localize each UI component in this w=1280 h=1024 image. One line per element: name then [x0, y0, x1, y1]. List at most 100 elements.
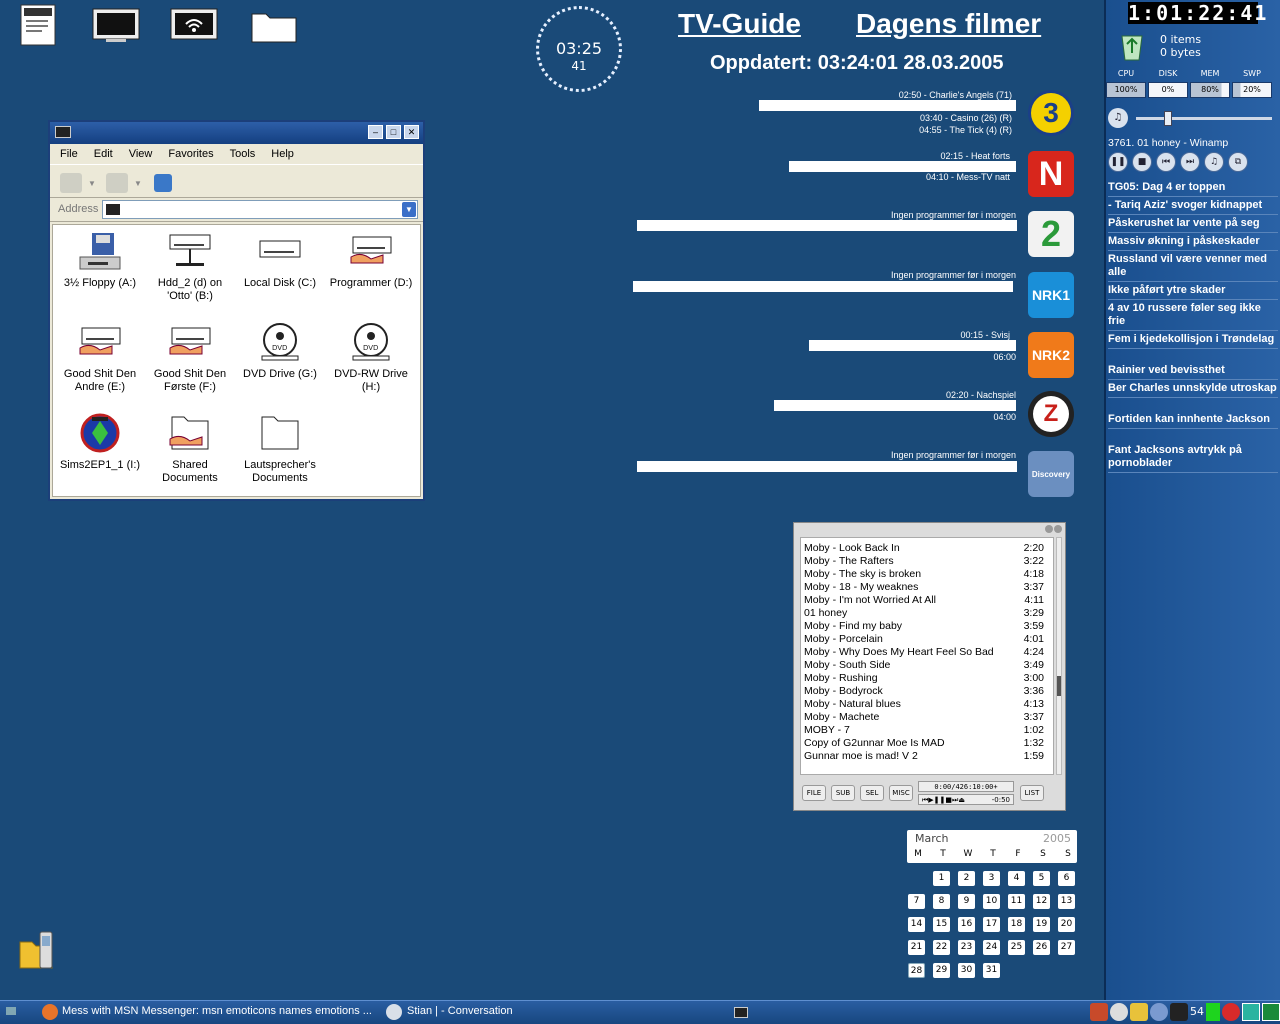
calendar-day[interactable]: 14 [908, 917, 925, 932]
playlist-row[interactable]: Moby - I'm not Worried At All 4:11 [804, 594, 1052, 607]
monitor-icon[interactable] [92, 8, 140, 48]
news-item[interactable]: Ikke påført ytre skader [1108, 284, 1278, 300]
calendar-day[interactable]: 22 [933, 940, 950, 955]
calendar-day[interactable]: 26 [1033, 940, 1050, 955]
drive-programmer-d[interactable]: Programmer (D:) [327, 231, 415, 290]
close-button[interactable]: ✕ [404, 125, 419, 139]
playlist-row[interactable]: Moby - The sky is broken 4:18 [804, 568, 1052, 581]
playlist-row[interactable]: Moby - Find my baby 3:59 [804, 620, 1052, 633]
menu-view[interactable]: View [129, 148, 153, 160]
playlist-row[interactable]: 01 honey 3:29 [804, 607, 1052, 620]
computer-icon[interactable] [734, 1007, 748, 1018]
drive-f[interactable]: Good Shit Den Første (F:) [146, 322, 234, 394]
playlist-row[interactable]: Moby - Natural blues 4:13 [804, 698, 1052, 711]
news-item[interactable]: Fem i kjedekollisjon i Trøndelag [1108, 333, 1278, 349]
user-documents-folder[interactable]: Lautsprecher's Documents [236, 413, 324, 485]
menu-file[interactable]: File [60, 148, 78, 160]
calendar-day[interactable]: 23 [958, 940, 975, 955]
restore-winamp-button[interactable]: ⧉ [1228, 152, 1248, 172]
calendar-day[interactable]: 1 [933, 871, 950, 886]
calendar-day[interactable]: 8 [933, 894, 950, 909]
playlist-scrollbar[interactable] [1056, 537, 1062, 775]
playlist-misc-button[interactable]: MISC [889, 785, 913, 801]
news-item[interactable]: TG05: Dag 4 er toppen [1108, 181, 1278, 197]
calendar-day[interactable]: 20 [1058, 917, 1075, 932]
network-icon[interactable] [170, 8, 218, 48]
calendar-day[interactable]: 18 [1008, 917, 1025, 932]
mute-button[interactable]: ♫ [1204, 152, 1224, 172]
folder-icon[interactable] [250, 8, 297, 48]
calendar-day[interactable]: 3 [983, 871, 1000, 886]
shade-button[interactable] [1045, 525, 1053, 533]
drive-e[interactable]: Good Shit Den Andre (E:) [56, 322, 144, 394]
folders-button[interactable] [154, 174, 172, 192]
calendar-day[interactable]: 31 [983, 963, 1000, 978]
calendar-day[interactable]: 30 [958, 963, 975, 978]
tray-winamp-icon[interactable] [1170, 1003, 1188, 1021]
playlist-row[interactable]: Gunnar moe is mad! V 2 1:59 [804, 750, 1052, 763]
calendar-day[interactable]: 24 [983, 940, 1000, 955]
playlist-row[interactable]: Moby - 18 - My weaknes 3:37 [804, 581, 1052, 594]
menu-help[interactable]: Help [271, 148, 294, 160]
calendar-day[interactable]: 25 [1008, 940, 1025, 955]
tray-network-icon[interactable] [1110, 1003, 1128, 1021]
playlist-row[interactable]: Moby - Why Does My Heart Feel So Bad 4:24 [804, 646, 1052, 659]
calendar-day[interactable]: 17 [983, 917, 1000, 932]
tray-app-icon[interactable] [1090, 1003, 1108, 1021]
news-item[interactable]: - Tariq Aziz' svoger kidnappet [1108, 199, 1278, 215]
calendar-day[interactable]: 19 [1033, 917, 1050, 932]
playlist-row[interactable]: Moby - Porcelain 4:01 [804, 633, 1052, 646]
tray-alert-icon[interactable] [1222, 1003, 1240, 1021]
calendar-day[interactable]: 10 [983, 894, 1000, 909]
volume-slider[interactable] [1136, 117, 1272, 120]
tray-status-icon[interactable] [1206, 1003, 1220, 1021]
playlist-list-button[interactable]: LIST [1020, 785, 1044, 801]
tray-toggle-icon[interactable] [1262, 1003, 1280, 1021]
forward-button[interactable] [106, 173, 128, 193]
drive-floppy[interactable]: 3½ Floppy (A:) [56, 231, 144, 290]
drive-sims-i[interactable]: Sims2EP1_1 (I:) [56, 413, 144, 472]
window-titlebar[interactable]: – □ ✕ [50, 122, 423, 144]
news-item[interactable]: Massiv økning i påskeskader [1108, 235, 1278, 251]
calendar-day[interactable]: 27 [1058, 940, 1075, 955]
tray-messenger-icon[interactable] [1130, 1003, 1148, 1021]
chevron-down-icon[interactable]: ▼ [88, 179, 96, 188]
calendar-day[interactable]: 6 [1058, 871, 1075, 886]
address-dropdown-button[interactable]: ▼ [402, 202, 416, 217]
playlist-sub-button[interactable]: SUB [831, 785, 855, 801]
maximize-button[interactable]: □ [386, 125, 401, 139]
address-input[interactable]: ▼ [102, 200, 418, 219]
calendar-day[interactable]: 5 [1033, 871, 1050, 886]
calendar-day[interactable]: 2 [958, 871, 975, 886]
recycle-bin-icon[interactable] [1116, 30, 1148, 62]
news-item[interactable]: Russland vil være venner med alle [1108, 253, 1278, 282]
drive-dvdrw-h[interactable]: DVD DVD-RW Drive (H:) [327, 322, 415, 394]
back-button[interactable] [60, 173, 82, 193]
menu-tools[interactable]: Tools [230, 148, 256, 160]
calendar-day[interactable]: 9 [958, 894, 975, 909]
channel-ztv-logo[interactable]: Z [1028, 391, 1074, 437]
channel-tv3-logo[interactable]: 3 [1028, 90, 1074, 136]
news-item[interactable]: Påskerushet lar vente på seg [1108, 217, 1278, 233]
volume-slider-handle[interactable] [1164, 111, 1172, 126]
speaker-icon[interactable]: ♫ [1108, 108, 1128, 128]
calendar-day[interactable]: 7 [908, 894, 925, 909]
playlist-row[interactable]: Moby - Machete 3:37 [804, 711, 1052, 724]
next-button[interactable]: ⏭ [1180, 152, 1200, 172]
drive-dvd-g[interactable]: DVD DVD Drive (G:) [236, 322, 324, 381]
chevron-down-icon[interactable]: ▼ [134, 179, 142, 188]
minimize-button[interactable]: – [368, 125, 383, 139]
calendar-day[interactable]: 29 [933, 963, 950, 978]
news-item[interactable]: Rainier ved bevissthet [1108, 364, 1278, 380]
news-item[interactable]: Ber Charles unnskylde utroskap [1108, 382, 1278, 398]
menu-favorites[interactable]: Favorites [168, 148, 213, 160]
taskbar-item-conversation[interactable]: Stian | - Conversation [407, 1005, 513, 1017]
channel-discovery-logo[interactable]: Discovery [1028, 451, 1074, 497]
todays-movies-link[interactable]: Dagens filmer [856, 8, 1041, 40]
taskbar-item-browser[interactable]: Mess with MSN Messenger: msn emoticons n… [62, 1005, 372, 1017]
playlist-row[interactable]: Moby - Look Back In 2:20 [804, 542, 1052, 555]
playlist-row[interactable]: Moby - South Side 3:49 [804, 659, 1052, 672]
stop-button[interactable]: ■ [1132, 152, 1152, 172]
playlist-row[interactable]: Moby - Bodyrock 3:36 [804, 685, 1052, 698]
pause-button[interactable]: ❚❚ [1108, 152, 1128, 172]
